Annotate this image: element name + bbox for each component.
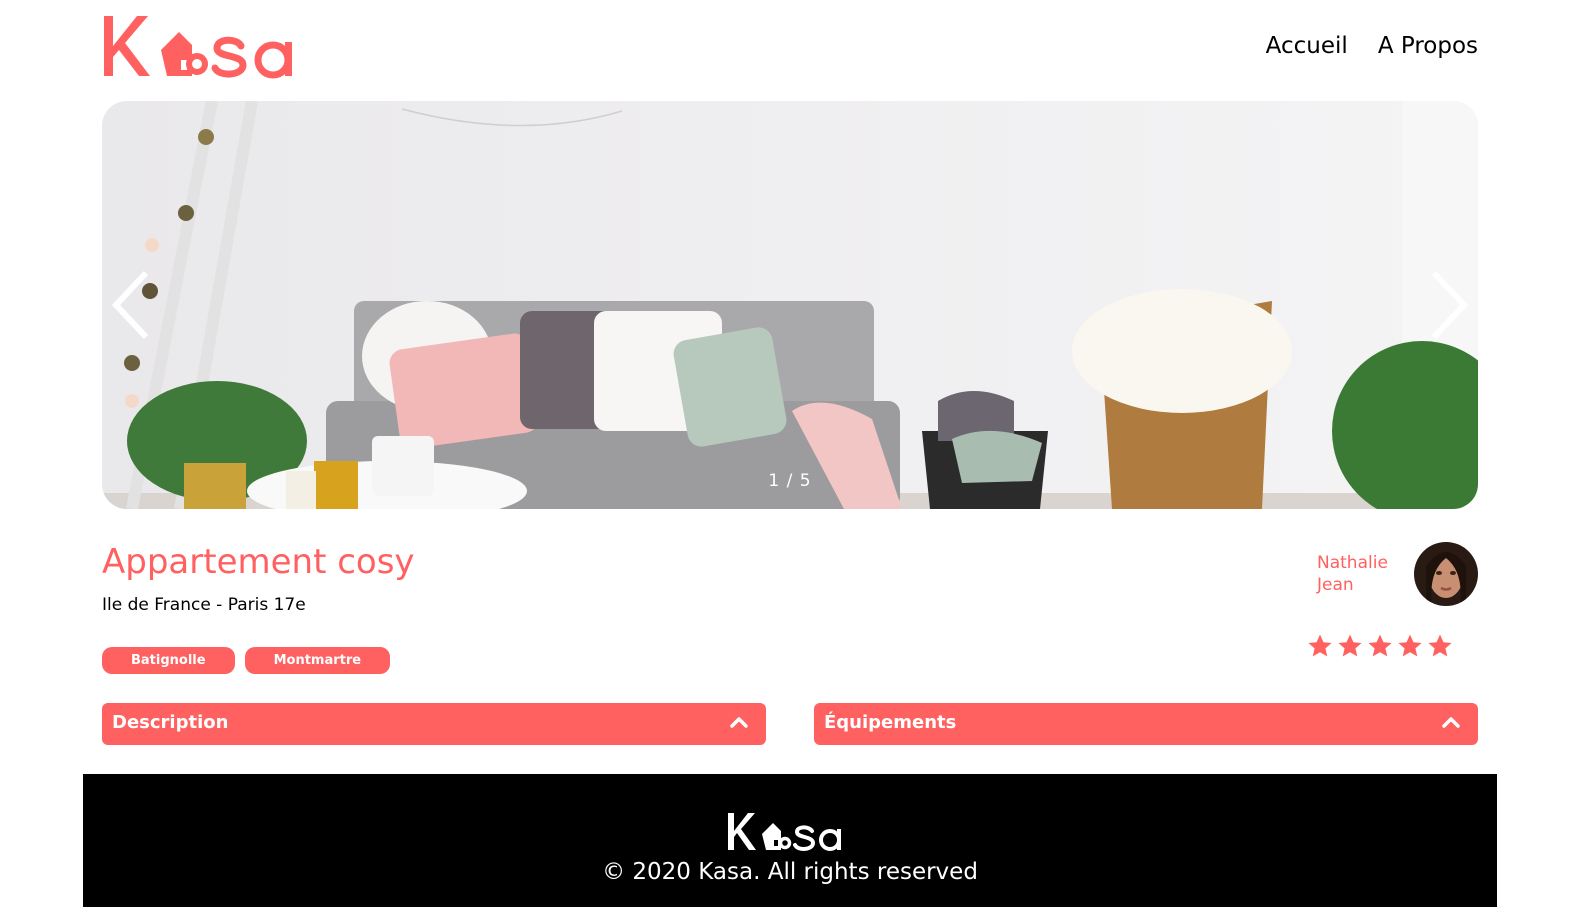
house-icon [161,32,192,76]
host-name: Nathalie Jean [1317,552,1392,596]
tag: Batignolle [102,647,235,674]
chevron-up-icon[interactable] [1442,715,1460,729]
description-collapse[interactable]: Description [102,703,766,745]
host-avatar [1414,542,1478,606]
listing-photo [102,101,1478,509]
carousel-counter: 1 / 5 [768,471,812,491]
chevron-left-icon [111,270,149,340]
host-info: Nathalie Jean [1317,542,1478,606]
house-icon [762,823,781,850]
carousel-prev-button[interactable] [110,269,150,341]
footer-logo [726,810,852,854]
site-footer: © 2020 Kasa. All rights reserved [83,774,1497,907]
kasa-logo[interactable] [101,12,317,84]
chevron-up-icon[interactable] [730,715,748,729]
star-icon [1308,634,1332,657]
image-carousel: 1 / 5 [102,101,1478,509]
host-last-name: Jean [1317,575,1354,595]
star-icon [1398,634,1422,657]
carousel-next-button[interactable] [1430,269,1470,341]
star-icon [1368,634,1392,657]
nav-link-about[interactable]: A Propos [1378,33,1478,59]
star-icon [1338,634,1362,657]
chevron-right-icon [1431,270,1469,340]
listing-location: Ile de France - Paris 17e [102,595,306,615]
listing-title: Appartement cosy [102,542,415,582]
equipments-collapse-label: Équipements [824,712,957,733]
tag: Montmartre [244,647,391,674]
copyright-text: © 2020 Kasa. All rights reserved [602,859,978,885]
host-first-name: Nathalie [1317,553,1388,573]
description-collapse-label: Description [112,712,229,733]
equipments-collapse[interactable]: Équipements [814,703,1478,745]
star-icon [1428,634,1452,657]
rating [1307,633,1453,659]
main-nav: Accueil A Propos [1266,33,1478,59]
nav-link-home[interactable]: Accueil [1266,33,1348,59]
tag-list: Batignolle Montmartre [102,647,391,674]
